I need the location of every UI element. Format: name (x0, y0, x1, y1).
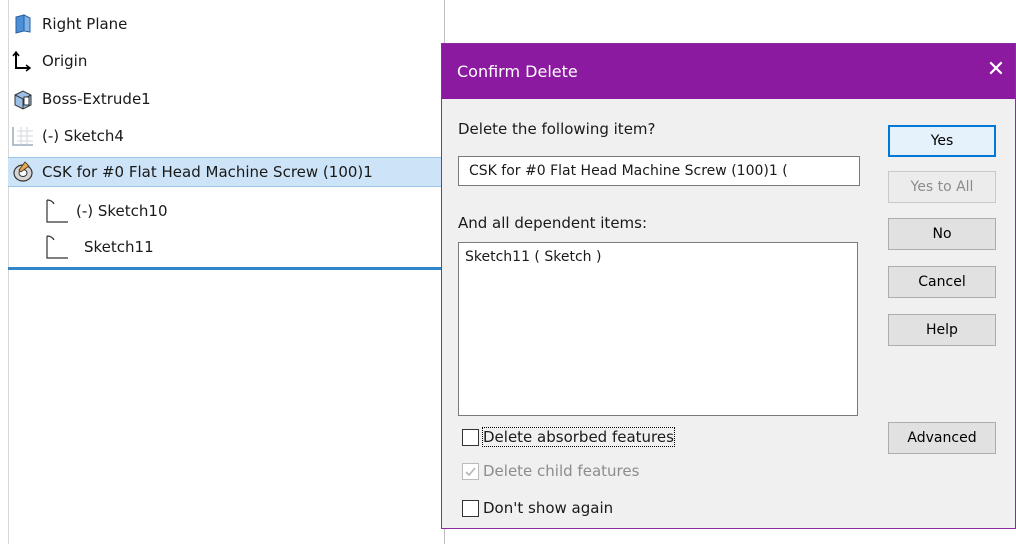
tree-item-origin[interactable]: Origin (10, 47, 87, 75)
delete-child-checkbox-row: Delete child features (462, 462, 639, 480)
sketch-icon (10, 124, 36, 148)
yes-button[interactable]: Yes (888, 125, 996, 157)
no-button[interactable]: No (888, 218, 996, 250)
yes-to-all-button[interactable]: Yes to All (888, 171, 996, 203)
feature-tree: Right Plane Origin Boss-Extrude1 (-) Ske… (0, 0, 445, 544)
delete-child-checkbox (462, 462, 479, 480)
plane-icon (10, 12, 36, 36)
dont-show-checkbox-row[interactable]: Don't show again (462, 499, 613, 517)
dialog-titlebar[interactable]: Confirm Delete ✕ (442, 44, 1015, 99)
tree-guide-line (8, 0, 9, 544)
delete-child-label: Delete child features (483, 462, 640, 480)
advanced-button[interactable]: Advanced (888, 422, 996, 454)
tree-item-label: Boss-Extrude1 (42, 90, 151, 108)
tree-item-sketch10[interactable]: (-) Sketch10 (44, 197, 168, 225)
tree-item-label: (-) Sketch10 (76, 202, 168, 220)
delete-question-label: Delete the following item? (458, 120, 656, 138)
dialog-title: Confirm Delete (457, 62, 578, 81)
close-icon[interactable]: ✕ (983, 57, 1009, 83)
delete-absorbed-label: Delete absorbed features (482, 427, 675, 447)
tree-item-label: Sketch11 (84, 238, 154, 256)
tree-item-sketch4[interactable]: (-) Sketch4 (10, 122, 124, 150)
list-item[interactable]: Sketch11 ( Sketch ) (465, 249, 851, 265)
dependents-list[interactable]: Sketch11 ( Sketch ) (458, 242, 858, 416)
extrude-icon (10, 87, 36, 111)
cancel-button[interactable]: Cancel (888, 266, 996, 298)
sketch-icon (44, 235, 70, 259)
dont-show-label: Don't show again (483, 499, 614, 517)
tree-item-csk-hole[interactable]: CSK for #0 Flat Head Machine Screw (100)… (8, 157, 444, 187)
tree-item-label: CSK for #0 Flat Head Machine Screw (100)… (42, 163, 373, 181)
tree-item-sketch11[interactable]: Sketch11 (44, 233, 154, 261)
tree-item-boss-extrude1[interactable]: Boss-Extrude1 (10, 85, 151, 113)
tree-item-right-plane[interactable]: Right Plane (10, 10, 127, 38)
dont-show-checkbox[interactable] (462, 499, 479, 517)
origin-icon (10, 49, 36, 73)
sketch-icon (44, 199, 70, 223)
help-button[interactable]: Help (888, 314, 996, 346)
confirm-delete-dialog: Confirm Delete ✕ Delete the following it… (441, 43, 1016, 529)
item-to-delete-field[interactable]: CSK for #0 Flat Head Machine Screw (100)… (458, 156, 860, 186)
tree-item-label: (-) Sketch4 (42, 127, 124, 145)
tree-item-label: Right Plane (42, 15, 128, 33)
delete-absorbed-checkbox[interactable] (462, 428, 479, 446)
dependents-label: And all dependent items: (458, 214, 648, 232)
tree-item-label: Origin (42, 52, 88, 70)
delete-absorbed-checkbox-row[interactable]: Delete absorbed features (462, 427, 675, 447)
hole-wizard-icon (10, 160, 36, 184)
rollback-bar[interactable] (8, 267, 444, 270)
